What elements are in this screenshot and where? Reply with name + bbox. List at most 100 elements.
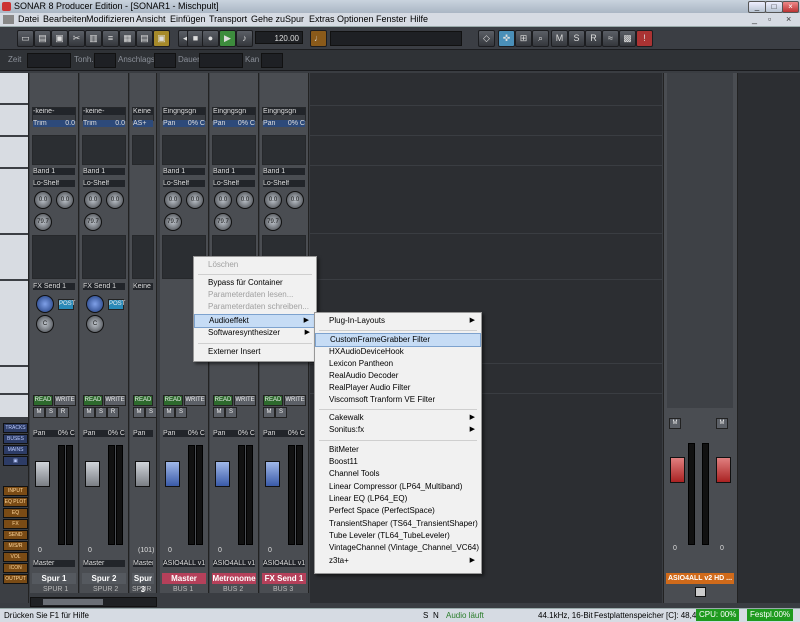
pan-slider[interactable]: Pan <box>133 430 153 437</box>
master-mute-button-2[interactable]: M <box>716 418 728 429</box>
trim-slider[interactable]: Pan 0% C <box>263 120 305 127</box>
marker-icon[interactable]: ◇ <box>478 30 495 47</box>
velocity-field[interactable] <box>154 53 176 68</box>
input-selector[interactable]: Eingngsgn <box>263 108 305 115</box>
rail-msr-button[interactable]: M/S/R <box>3 541 28 551</box>
pitch-field[interactable] <box>94 53 116 68</box>
eq-type-selector[interactable]: Lo-Shelf <box>213 180 255 187</box>
menu-window[interactable]: Fenster <box>376 14 407 24</box>
read-button[interactable]: READ <box>163 395 183 406</box>
eq-plot[interactable] <box>82 135 126 165</box>
doc-restore-button[interactable]: ▫ <box>768 14 771 24</box>
submenu-realaudio-decoder[interactable]: RealAudio Decoder <box>315 370 481 382</box>
eq-plot[interactable] <box>32 135 76 165</box>
play-icon[interactable]: ▶ <box>219 30 236 47</box>
write-button[interactable]: WRITE <box>284 395 306 406</box>
eq-q-knob[interactable]: 0.0 <box>286 191 304 209</box>
eq-freq-knob[interactable]: 79.7 <box>34 213 52 231</box>
volume-fader[interactable] <box>135 461 150 487</box>
staff-icon[interactable]: ≡ <box>102 30 119 47</box>
menu-goto[interactable]: Gehe zu <box>251 14 285 24</box>
pan-slider[interactable]: Pan 0% C <box>163 430 205 437</box>
doc-close-button[interactable]: × <box>786 14 791 24</box>
volume-fader[interactable] <box>265 461 280 487</box>
fx-icon[interactable]: ▩ <box>619 30 636 47</box>
post-button[interactable]: POST <box>58 299 75 310</box>
submenu-hxaudiodevicehook[interactable]: HXAudioDeviceHook <box>315 346 481 358</box>
eq-plot[interactable] <box>162 135 206 165</box>
solo-button[interactable]: S <box>95 407 107 418</box>
read-button[interactable]: READ <box>83 395 103 406</box>
eq-plot[interactable] <box>212 135 256 165</box>
send-pan-knob[interactable]: C <box>36 315 54 333</box>
submenu-transientshaper[interactable]: TransientShaper (TS64_TransientShaper) <box>315 518 481 530</box>
menu-item-software-synth[interactable]: Softwaresynthesizer ▶ <box>194 327 316 339</box>
eq-band-selector[interactable]: Band 1 <box>163 168 205 175</box>
track-name[interactable]: Metronome <box>212 573 256 584</box>
rail-view-icon[interactable]: ▣ <box>3 456 28 466</box>
doc-minimize-button[interactable]: _ <box>752 14 757 24</box>
eq-gain-knob[interactable]: 0.0 <box>264 191 282 209</box>
arm-button[interactable]: R <box>57 407 69 418</box>
eq-type-selector[interactable]: Lo-Shelf <box>263 180 305 187</box>
mute-button[interactable]: M <box>33 407 45 418</box>
eq-q-knob[interactable]: 0.0 <box>106 191 124 209</box>
post-button[interactable]: POST <box>108 299 125 310</box>
eq-plot[interactable] <box>262 135 306 165</box>
input-selector[interactable]: Keine <box>133 108 153 115</box>
eq-type-selector[interactable]: Lo-Shelf <box>33 180 75 187</box>
record-icon[interactable]: ● <box>202 30 219 47</box>
eq-freq-knob[interactable]: 79.7 <box>264 213 282 231</box>
write-button[interactable]: WRITE <box>54 395 76 406</box>
menu-help[interactable]: Hilfe <box>410 14 428 24</box>
submenu-channel-tools[interactable]: Channel Tools <box>315 468 481 480</box>
mute-button[interactable]: M <box>133 407 145 418</box>
rail-output-button[interactable]: OUTPUT <box>3 574 28 584</box>
piano-roll-icon[interactable]: ▥ <box>85 30 102 47</box>
output-selector[interactable]: ASIO4ALL v1 <box>163 560 205 567</box>
horizontal-scrollbar[interactable] <box>30 597 157 607</box>
menu-item-audio-effect[interactable]: Audioeffekt ▶ <box>194 314 316 328</box>
write-button[interactable]: WRITE <box>234 395 256 406</box>
tempo-tap-icon[interactable]: ♩ <box>310 30 327 47</box>
rail-icon-button[interactable]: ICON <box>3 563 28 573</box>
send-selector[interactable]: Keine <box>133 283 153 290</box>
submenu-z3ta[interactable]: z3ta+ ▶ <box>315 555 481 567</box>
track-name[interactable]: FX Send 1 <box>262 573 306 584</box>
rail-tracks-button[interactable]: TRACKS <box>3 423 28 433</box>
read-button[interactable]: READ <box>213 395 233 406</box>
record-arm-tool-icon[interactable]: R <box>585 30 602 47</box>
output-selector[interactable]: Master <box>133 560 153 567</box>
mute-button[interactable]: M <box>83 407 95 418</box>
fx-bin[interactable] <box>132 235 154 279</box>
eq-gain-knob[interactable]: 0.0 <box>164 191 182 209</box>
master-fader-left[interactable] <box>670 457 685 483</box>
solo-button[interactable]: S <box>275 407 287 418</box>
submenu-viscomsoft[interactable]: Viscomsoft Tranform VE Filter <box>315 394 481 406</box>
write-button[interactable]: WRITE <box>184 395 206 406</box>
submenu-customframegrabber[interactable]: CustomFrameGrabber Filter <box>315 333 481 347</box>
eq-gain-knob[interactable]: 0.0 <box>84 191 102 209</box>
new-icon[interactable]: ▭ <box>17 30 34 47</box>
send-pan-knob[interactable]: C <box>86 315 104 333</box>
master-mute-button[interactable]: M <box>669 418 681 429</box>
eq-freq-knob[interactable]: 79.7 <box>164 213 182 231</box>
trim-slider[interactable]: Trim 0.0 <box>33 120 75 127</box>
pan-slider[interactable]: Pan 0% C <box>33 430 75 437</box>
open-icon[interactable]: ▤ <box>34 30 51 47</box>
eq-plot[interactable] <box>132 135 154 165</box>
send-selector[interactable]: FX Send 1 <box>33 283 75 290</box>
menu-tools[interactable]: Extras <box>309 14 335 24</box>
eq-band-selector[interactable]: Band 1 <box>263 168 305 175</box>
rail-buses-button[interactable]: BUSES <box>3 434 28 444</box>
submenu-lexicon-pantheon[interactable]: Lexicon Pantheon <box>315 358 481 370</box>
fx-bin[interactable] <box>32 235 76 279</box>
metronome-icon[interactable]: ♪ <box>236 30 253 47</box>
submenu-plugin-layouts[interactable]: Plug-In-Layouts ▶ <box>315 315 481 327</box>
duration-field[interactable] <box>199 53 243 68</box>
master-output-label[interactable]: ASIO4ALL v2 HD ... <box>666 573 734 584</box>
track-name[interactable]: Spur 2 <box>82 573 126 584</box>
rail-input-button[interactable]: INPUT <box>3 486 28 496</box>
mute-button[interactable]: M <box>263 407 275 418</box>
menu-insert[interactable]: Einfügen <box>170 14 206 24</box>
